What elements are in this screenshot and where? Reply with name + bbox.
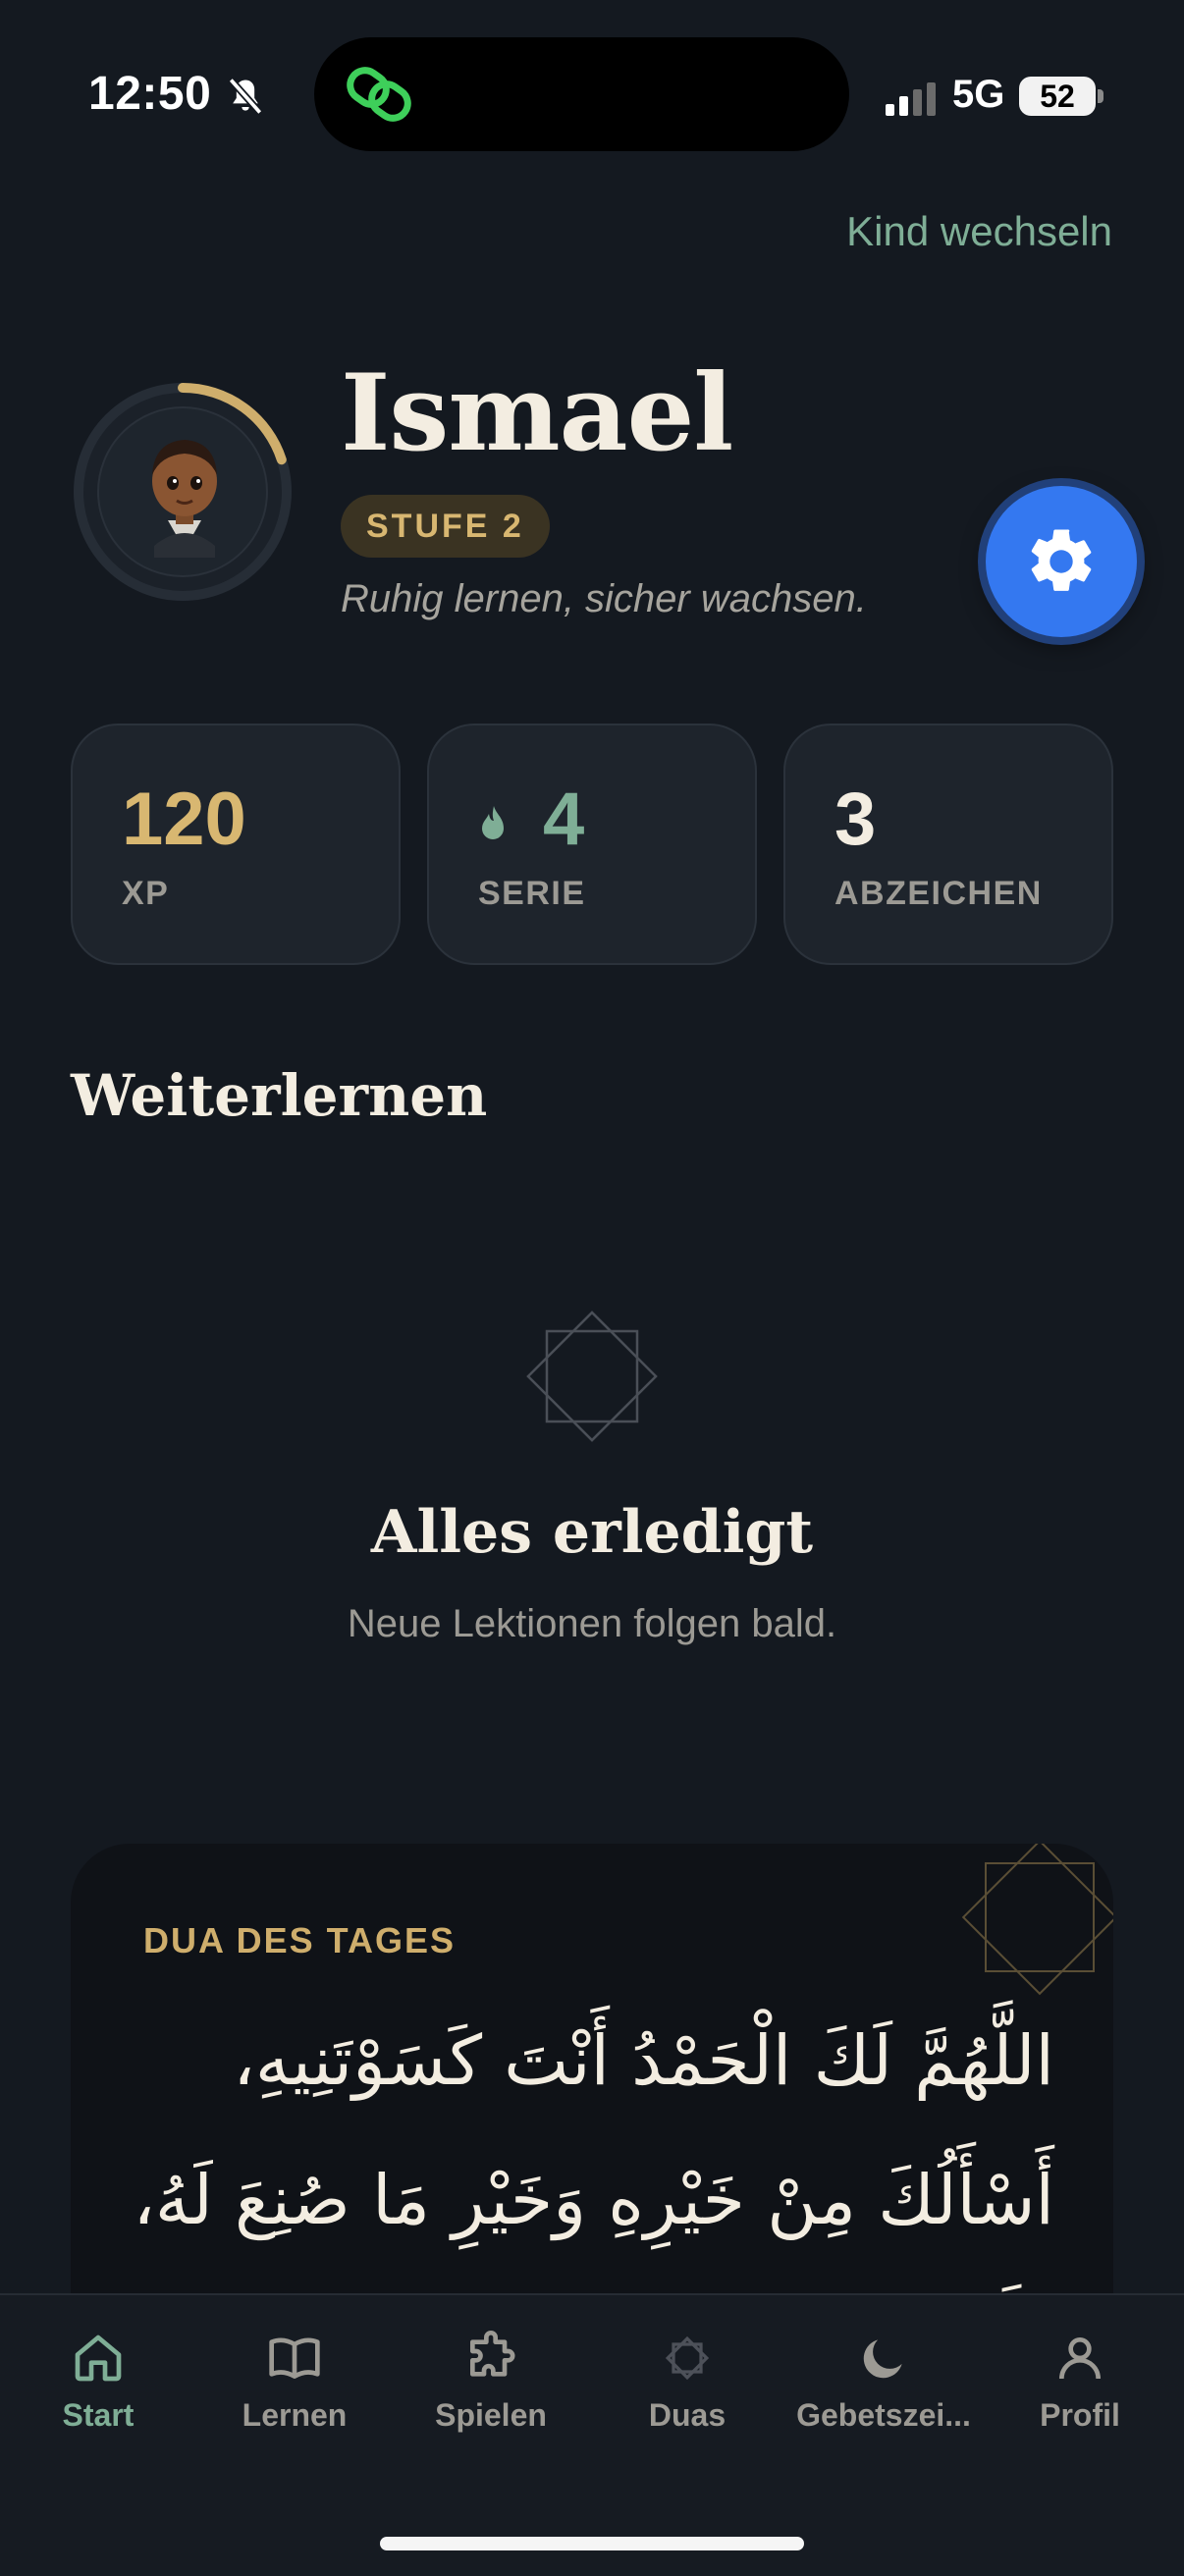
network-type: 5G [952,73,1005,116]
book-icon [269,2337,320,2379]
dua-label: DUA DES TAGES [143,1920,457,1960]
stat-label: ABZEICHEN [834,875,1043,912]
tab-label: Profil [1040,2397,1120,2433]
dynamic-island [314,37,849,151]
home-indicator [380,2537,804,2550]
dua-card[interactable]: DUA DES TAGES اللَّهُمَّ لَكَ الْحَمْدُ … [71,1844,1113,2315]
stat-card-badges: 3 ABZEICHEN [783,724,1113,965]
battery-indicator: 52 [1019,77,1096,116]
signal-icon [886,82,936,116]
empty-state-title: Alles erledigt [370,1498,814,1567]
user-icon [1059,2337,1101,2380]
stat-value: 120 [122,778,246,861]
tab-label: Start [62,2397,135,2433]
level-badge: STUFE 2 [341,495,550,558]
tab-label: Lernen [242,2397,348,2433]
tab-label: Duas [648,2397,727,2433]
moon-icon [863,2339,902,2379]
empty-state-subtitle: Neue Lektionen folgen bald. [347,1602,837,1645]
home-icon [75,2334,122,2382]
puzzle-icon [470,2331,515,2377]
star-octagon-icon [665,2335,710,2381]
tagline: Ruhig lernen, sicher wachsen. [341,577,867,620]
tab-label: Gebetszei... [796,2397,971,2433]
stat-label: XP [122,875,170,912]
child-name: Ismael [341,351,733,475]
stat-card-xp: 120 XP [71,724,401,965]
bell-muted-icon [228,78,263,115]
settings-button[interactable] [986,486,1137,637]
dua-text: اللَّهُمَّ لَكَ الْحَمْدُ أَنْتَ كَسَوْت… [133,2020,1054,2315]
tab-label: Spielen [435,2397,547,2433]
avatar [152,440,217,558]
link-icon [347,67,411,122]
status-time: 12:50 [88,68,212,120]
switch-child-link[interactable]: Kind wechseln [846,208,1112,255]
gear-icon [1031,529,1092,591]
tab-gebetszeiten[interactable]: Gebetszei... [785,2331,982,2434]
stat-card-streak: 4 SERIE [427,724,757,965]
star-octagon-icon [526,1311,658,1442]
tab-bar: Start Lernen Spielen Duas Gebetszei... P… [0,2293,1184,2576]
stat-label: SERIE [478,875,586,912]
stat-value: 3 [834,778,877,861]
flame-icon [482,806,504,839]
tab-spielen[interactable]: Spielen [393,2331,589,2434]
battery-tip [1098,89,1103,103]
stat-value: 4 [543,778,585,861]
tab-lernen[interactable]: Lernen [196,2331,393,2434]
tab-profil[interactable]: Profil [982,2331,1178,2434]
section-title: Weiterlernen [71,1062,488,1129]
tab-duas[interactable]: Duas [589,2331,785,2434]
tab-start[interactable]: Start [0,2331,196,2434]
